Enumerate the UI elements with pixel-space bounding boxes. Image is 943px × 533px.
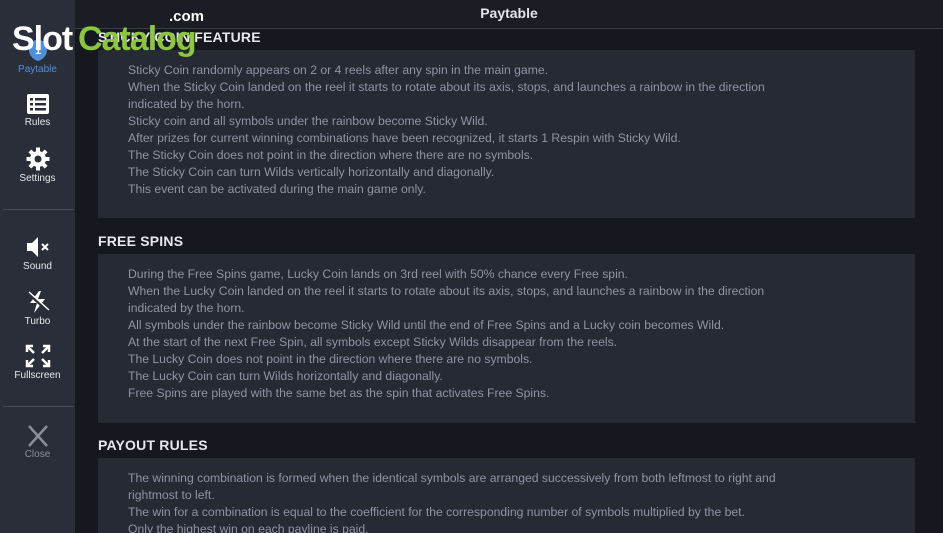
sidebar-item-fullscreen[interactable]: Fullscreen bbox=[0, 344, 75, 381]
sidebar-divider bbox=[3, 209, 74, 210]
rule-line: Only the highest win on each payline is … bbox=[128, 522, 369, 533]
sidebar-item-settings[interactable]: Settings bbox=[0, 147, 75, 184]
rule-line: Sticky Coin randomly appears on 2 or 4 r… bbox=[128, 63, 549, 77]
sidebar-divider bbox=[3, 406, 74, 407]
rule-line: During the Free Spins game, Lucky Coin l… bbox=[128, 267, 628, 281]
sidebar-item-label: Settings bbox=[19, 173, 56, 184]
rule-line: rightmost to left. bbox=[128, 488, 215, 502]
rules-icon bbox=[26, 94, 49, 114]
rule-line: Free Spins are played with the same bet … bbox=[128, 386, 550, 400]
sidebar-item-close[interactable]: Close bbox=[0, 425, 75, 460]
sidebar-item-label: Sound bbox=[23, 261, 52, 272]
logo-catalog-text: Catalog bbox=[78, 20, 197, 58]
rule-line: When the Sticky Coin landed on the reel … bbox=[128, 80, 765, 94]
sidebar-item-label: Paytable bbox=[18, 64, 57, 75]
section-title: FREE SPINS bbox=[98, 233, 184, 249]
sidebar-item-label: Fullscreen bbox=[14, 370, 61, 381]
rule-line: All symbols under the rainbow become Sti… bbox=[128, 318, 725, 332]
rule-line: indicated by the horn. bbox=[128, 97, 245, 111]
rule-line: The Sticky Coin can turn Wilds verticall… bbox=[128, 165, 495, 179]
close-icon bbox=[27, 425, 48, 447]
sidebar-item-label: Rules bbox=[24, 117, 51, 128]
rule-line: The Lucky Coin does not point in the dir… bbox=[128, 352, 533, 366]
sidebar-item-label: Close bbox=[24, 449, 51, 460]
rule-line: The win for a combination is equal to th… bbox=[128, 505, 745, 519]
gear-icon bbox=[26, 147, 49, 171]
rule-line: The Lucky Coin can turn Wilds horizontal… bbox=[128, 369, 443, 383]
section-panel: Sticky Coin randomly appears on 2 or 4 r… bbox=[98, 50, 915, 218]
rule-line: At the start of the next Free Spin, all … bbox=[128, 335, 618, 349]
sidebar: 1 Paytable Rules Settings Sound Turbo Fu… bbox=[0, 0, 75, 533]
sidebar-item-sound[interactable]: Sound bbox=[0, 235, 75, 272]
rule-line: indicated by the horn. bbox=[128, 301, 245, 315]
sidebar-item-rules[interactable]: Rules bbox=[0, 93, 75, 128]
section-panel: During the Free Spins game, Lucky Coin l… bbox=[98, 254, 915, 423]
lightning-icon bbox=[26, 291, 50, 313]
logo-com-text: .com bbox=[169, 8, 205, 25]
rule-line: After prizes for current winning combina… bbox=[128, 131, 681, 145]
rule-line: The winning combination is formed when t… bbox=[128, 471, 776, 485]
paytable-content[interactable]: STICKY COIN FEATURE Sticky Coin randomly… bbox=[75, 29, 943, 533]
rule-line: Sticky coin and all symbols under the ra… bbox=[128, 114, 488, 128]
rule-line: This event can be activated during the m… bbox=[128, 182, 426, 196]
sidebar-item-label: Turbo bbox=[24, 316, 51, 327]
fullscreen-icon bbox=[25, 344, 50, 368]
logo-slot-text: Slot bbox=[12, 20, 73, 58]
slotcatalog-logo: Slot Catalog .com bbox=[12, 8, 212, 60]
rule-line: When the Lucky Coin landed on the reel i… bbox=[128, 284, 765, 298]
section-panel: The winning combination is formed when t… bbox=[98, 458, 915, 533]
sound-muted-icon bbox=[26, 237, 49, 257]
section-title: PAYOUT RULES bbox=[98, 437, 208, 453]
sidebar-item-turbo[interactable]: Turbo bbox=[0, 290, 75, 327]
rule-line: The Sticky Coin does not point in the di… bbox=[128, 148, 534, 162]
